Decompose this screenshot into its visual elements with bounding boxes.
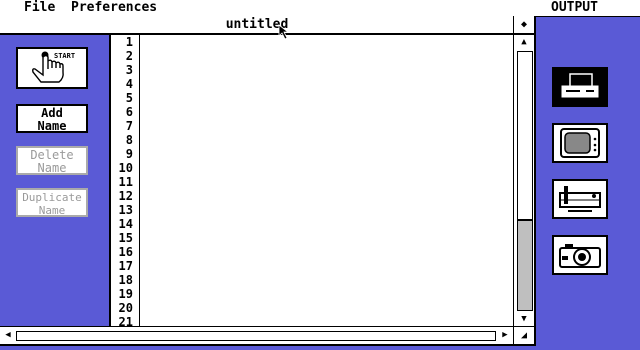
output-label: OUTPUT — [551, 0, 598, 15]
line-number: 14 — [118, 217, 133, 231]
document-window: untitled ◆ START Add Name Delete Name Du… — [0, 16, 536, 346]
line-number: 10 — [118, 161, 133, 175]
duplicate-name-button[interactable]: Duplicate Name — [16, 188, 88, 217]
line-number: 21 — [118, 315, 133, 326]
line-number-gutter: 1 2 3 4 5 6 7 8 9 10 11 12 13 14 15 16 17 18 19 20 21 — [111, 35, 140, 326]
output-camera-button[interactable] — [552, 235, 608, 275]
line-number: 1 — [125, 35, 133, 49]
line-number: 4 — [125, 77, 133, 91]
line-number: 12 — [118, 189, 133, 203]
delete-name-button[interactable]: Delete Name — [16, 146, 88, 175]
vertical-scroll-track[interactable] — [517, 219, 533, 311]
window-title: untitled — [225, 17, 289, 32]
menu-bar: File Preferences OUTPUT — [0, 0, 640, 17]
tool-palette: START Add Name Delete Name Duplicate Nam… — [0, 35, 111, 326]
pointing-hand-icon: START — [32, 51, 75, 83]
line-number: 17 — [118, 259, 133, 273]
title-bar[interactable]: untitled ◆ — [0, 16, 534, 35]
plotter-icon — [559, 186, 601, 212]
scroll-left-arrow-icon[interactable]: ◀ — [1, 327, 15, 344]
add-name-button[interactable]: Add Name — [16, 104, 88, 133]
line-number: 19 — [118, 287, 133, 301]
menu-file[interactable]: File — [24, 0, 55, 16]
line-number: 5 — [125, 91, 133, 105]
resize-handle-icon[interactable]: ◢ — [513, 327, 534, 344]
line-number: 16 — [118, 245, 133, 259]
window-size-button[interactable]: ◆ — [513, 16, 534, 33]
scroll-right-arrow-icon[interactable]: ▶ — [498, 327, 512, 344]
start-label: START — [54, 52, 75, 60]
line-number: 8 — [125, 133, 133, 147]
line-number: 20 — [118, 301, 133, 315]
line-number: 7 — [125, 119, 133, 133]
line-number: 15 — [118, 231, 133, 245]
line-number: 6 — [125, 105, 133, 119]
vertical-scrollbar[interactable]: ▲ ▼ — [513, 35, 534, 326]
line-number: 13 — [118, 203, 133, 217]
output-printer-button[interactable] — [552, 67, 608, 107]
line-number: 3 — [125, 63, 133, 77]
line-number-list: 1 2 3 4 5 6 7 8 9 10 11 12 13 14 15 16 17 18 19 20 21 — [111, 35, 139, 326]
camera-icon — [559, 244, 601, 268]
line-number: 18 — [118, 273, 133, 287]
line-number: 9 — [125, 147, 133, 161]
vertical-scroll-thumb[interactable] — [517, 51, 533, 221]
horizontal-scroll-track[interactable] — [16, 331, 496, 341]
output-plotter-button[interactable] — [552, 179, 608, 219]
scroll-up-arrow-icon[interactable]: ▲ — [514, 35, 534, 49]
start-button[interactable]: START — [16, 47, 88, 89]
output-panel — [536, 16, 640, 350]
printer-icon — [561, 73, 599, 98]
line-number: 11 — [118, 175, 133, 189]
mouse-cursor-icon — [278, 24, 290, 40]
menu-preferences[interactable]: Preferences — [71, 0, 157, 16]
horizontal-scrollbar[interactable]: ◀ ▶ ◢ — [0, 326, 534, 344]
scroll-down-arrow-icon[interactable]: ▼ — [514, 312, 534, 326]
monitor-icon — [560, 128, 600, 158]
line-number: 2 — [125, 49, 133, 63]
editor-area[interactable] — [140, 35, 513, 326]
output-monitor-button[interactable] — [552, 123, 608, 163]
